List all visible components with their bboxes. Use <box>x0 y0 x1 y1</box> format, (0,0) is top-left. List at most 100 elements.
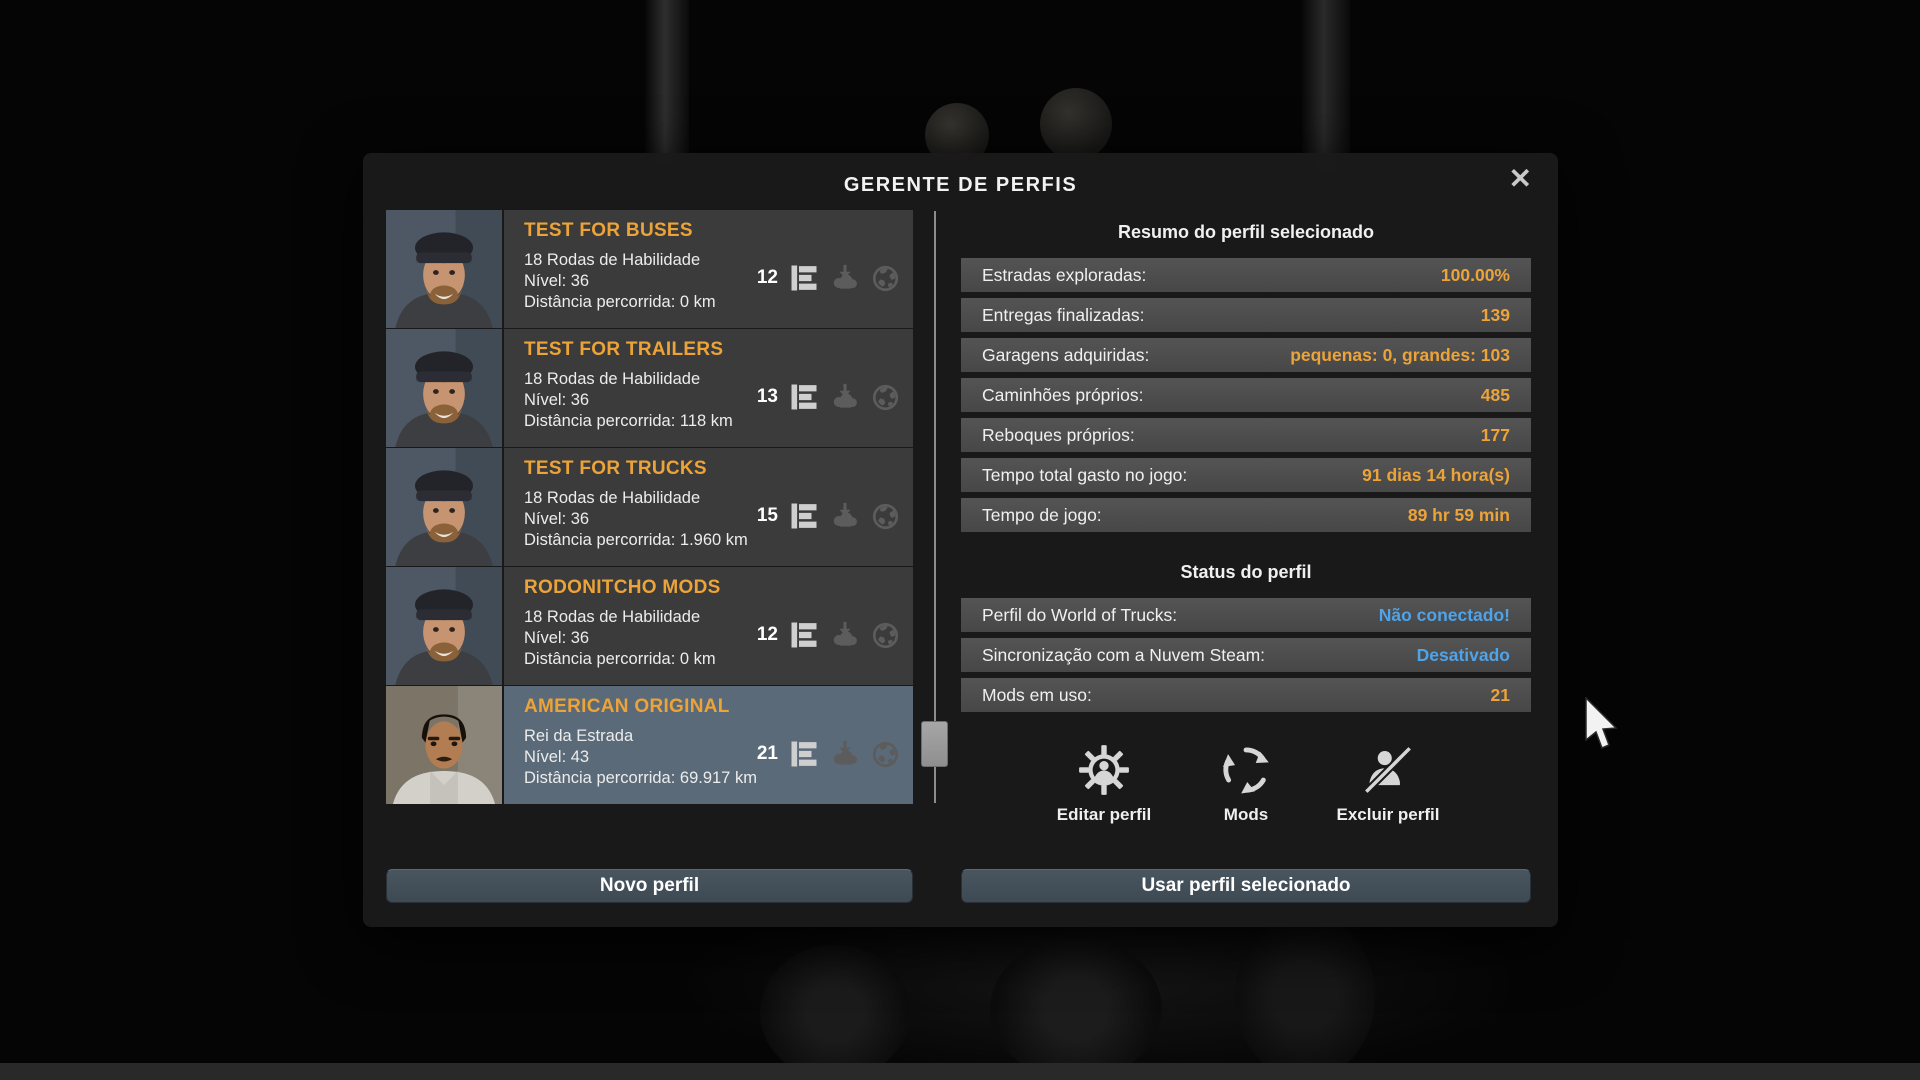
cloud-sync-icon <box>829 501 861 531</box>
profile-name: TEST FOR TRAILERS <box>524 339 913 361</box>
summary-row-value: 100.00% <box>1441 265 1510 286</box>
status-row: Perfil do World of Trucks: Não conectado… <box>961 598 1531 632</box>
exhaust-pipe-left <box>645 0 689 162</box>
mods-recycle-icon <box>1220 744 1272 796</box>
edit-profile-button[interactable]: Editar perfil <box>1048 744 1160 825</box>
profile-row[interactable]: TEST FOR TRUCKS 18 Rodas de Habilidade N… <box>386 448 913 566</box>
status-row-label: Sincronização com a Nuvem Steam: <box>982 645 1265 666</box>
status-row: Sincronização com a Nuvem Steam: Desativ… <box>961 638 1531 672</box>
delete-profile-button[interactable]: Excluir perfil <box>1332 744 1444 825</box>
truck-wheel-1 <box>760 945 910 1080</box>
summary-row-label: Entregas finalizadas: <box>982 305 1144 326</box>
summary-row-label: Tempo de jogo: <box>982 505 1102 526</box>
world-of-trucks-icon <box>871 502 900 531</box>
status-title: Status do perfil <box>961 562 1531 583</box>
cloud-sync-icon <box>829 263 861 293</box>
summary-row-label: Estradas exploradas: <box>982 265 1146 286</box>
summary-row-value: 91 dias 14 hora(s) <box>1362 465 1510 486</box>
profile-name: TEST FOR TRUCKS <box>524 458 913 480</box>
summary-row: Entregas finalizadas: 139 <box>961 298 1531 332</box>
cloud-sync-icon <box>829 739 861 769</box>
avatar <box>386 329 502 447</box>
avatar <box>386 686 502 804</box>
bar-chart-icon <box>789 739 819 769</box>
summary-row-label: Reboques próprios: <box>982 425 1135 446</box>
profile-actions: Editar perfil Mods <box>961 744 1531 825</box>
profile-manager-dialog: GERENTE DE PERFIS ✕ <box>363 153 1558 927</box>
ground-strip <box>0 1063 1920 1080</box>
avatar-beanie-man <box>386 448 502 566</box>
bar-chart-icon <box>789 382 819 412</box>
use-selected-profile-button[interactable]: Usar perfil selecionado <box>961 869 1531 903</box>
gear-person-icon <box>1078 744 1130 796</box>
status-row-value: 21 <box>1491 685 1510 706</box>
delete-profile-label: Excluir perfil <box>1337 805 1440 825</box>
summary-title: Resumo do perfil selecionado <box>961 222 1531 243</box>
profile-list: TEST FOR BUSES 18 Rodas de Habilidade Ní… <box>386 210 913 805</box>
profile-row[interactable]: TEST FOR BUSES 18 Rodas de Habilidade Ní… <box>386 210 913 328</box>
profile-row[interactable]: TEST FOR TRAILERS 18 Rodas de Habilidade… <box>386 329 913 447</box>
profile-distance: Distância percorrida: 0 km <box>524 292 913 313</box>
mods-label: Mods <box>1224 805 1268 825</box>
summary-rows: Estradas exploradas: 100.00% Entregas fi… <box>961 258 1531 538</box>
world-of-trucks-icon <box>871 383 900 412</box>
new-profile-button[interactable]: Novo perfil <box>386 869 913 903</box>
dialog-title: GERENTE DE PERFIS <box>363 174 1558 197</box>
profile-row[interactable]: RODONITCHO MODS 18 Rodas de Habilidade N… <box>386 567 913 685</box>
exhaust-pipe-right <box>1302 0 1350 170</box>
status-rows: Perfil do World of Trucks: Não conectado… <box>961 598 1531 718</box>
profile-distance: Distância percorrida: 118 km <box>524 411 913 432</box>
edit-profile-label: Editar perfil <box>1057 805 1151 825</box>
profile-name: RODONITCHO MODS <box>524 577 913 599</box>
avatar <box>386 448 502 566</box>
summary-row: Reboques próprios: 177 <box>961 418 1531 452</box>
profile-list-scroll-track[interactable] <box>934 211 936 803</box>
mods-count: 21 <box>757 743 778 765</box>
avatar <box>386 210 502 328</box>
summary-row-value: 485 <box>1481 385 1510 406</box>
profile-summary-panel: Resumo do perfil selecionado Estradas ex… <box>961 210 1531 870</box>
avatar-beanie-man <box>386 210 502 328</box>
mods-count: 12 <box>757 624 778 646</box>
cloud-sync-icon <box>829 620 861 650</box>
summary-row-value: 139 <box>1481 305 1510 326</box>
headlight-right <box>1040 88 1112 160</box>
mods-count: 13 <box>757 386 778 408</box>
mods-button[interactable]: Mods <box>1190 744 1302 825</box>
summary-row-value: 177 <box>1481 425 1510 446</box>
summary-row: Estradas exploradas: 100.00% <box>961 258 1531 292</box>
world-of-trucks-icon <box>871 740 900 769</box>
summary-row-label: Tempo total gasto no jogo: <box>982 465 1187 486</box>
status-row-label: Mods em uso: <box>982 685 1092 706</box>
close-icon[interactable]: ✕ <box>1509 165 1532 193</box>
summary-row-value: 89 hr 59 min <box>1408 505 1510 526</box>
truck-wheel-2 <box>990 938 1162 1080</box>
status-row-value: Não conectado! <box>1379 605 1510 626</box>
mods-count: 12 <box>757 267 778 289</box>
avatar-beanie-man <box>386 329 502 447</box>
mouse-cursor <box>1585 697 1619 756</box>
avatar <box>386 567 502 685</box>
profile-list-scroll-thumb[interactable] <box>921 721 948 767</box>
profile-distance: Distância percorrida: 1.960 km <box>524 530 913 551</box>
status-row: Mods em uso: 21 <box>961 678 1531 712</box>
avatar-beanie-man <box>386 567 502 685</box>
profile-row[interactable]: AMERICAN ORIGINAL Rei da Estrada Nível: … <box>386 686 913 804</box>
summary-row-label: Garagens adquiridas: <box>982 345 1149 366</box>
profile-distance: Distância percorrida: 0 km <box>524 649 913 670</box>
mods-count: 15 <box>757 505 778 527</box>
world-of-trucks-icon <box>871 621 900 650</box>
status-row-value: Desativado <box>1417 645 1510 666</box>
bar-chart-icon <box>789 263 819 293</box>
bar-chart-icon <box>789 620 819 650</box>
profile-name: TEST FOR BUSES <box>524 220 913 242</box>
cloud-sync-icon <box>829 382 861 412</box>
bar-chart-icon <box>789 501 819 531</box>
summary-row: Caminhões próprios: 485 <box>961 378 1531 412</box>
profile-name: AMERICAN ORIGINAL <box>524 696 913 718</box>
summary-row: Garagens adquiridas: pequenas: 0, grande… <box>961 338 1531 372</box>
world-of-trucks-icon <box>871 264 900 293</box>
summary-row: Tempo de jogo: 89 hr 59 min <box>961 498 1531 532</box>
status-row-label: Perfil do World of Trucks: <box>982 605 1177 626</box>
truck-wheel-3 <box>1235 912 1375 1080</box>
